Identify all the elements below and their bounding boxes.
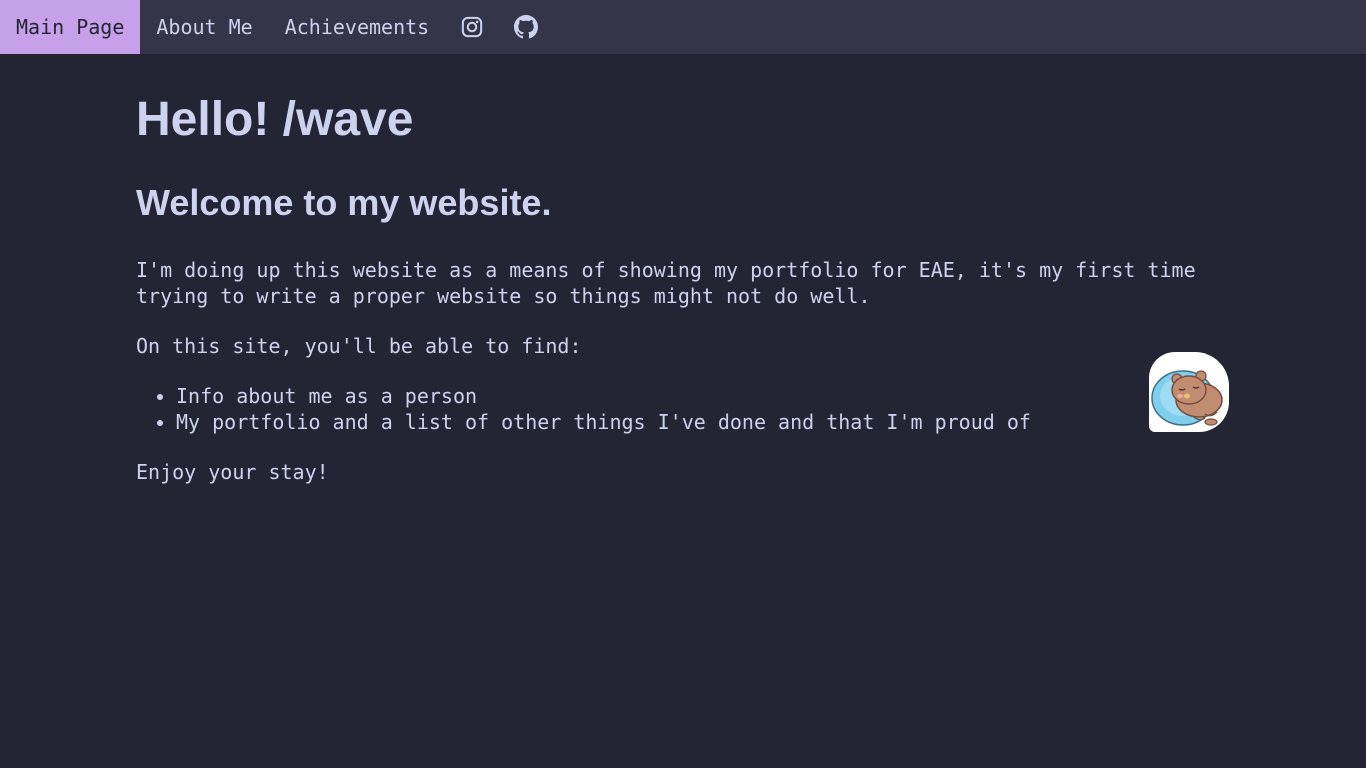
nav-achievements[interactable]: Achievements [269,0,446,54]
github-icon [514,15,539,39]
nav-main-page[interactable]: Main Page [0,0,141,54]
nav-about-me[interactable]: About Me [140,0,268,54]
welcome-heading: Welcome to my website. [136,182,552,223]
sleeping-bear-icon [1151,370,1223,426]
find-label: On this site, you'll be able to find: [136,334,582,358]
sleeping-bear-sticker [1149,352,1229,432]
github-link[interactable] [499,0,553,54]
features-list: Info about me as a person My portfolio a… [136,383,1031,435]
list-item: Info about me as a person [176,383,1031,409]
page-title: Hello! /wave [136,93,414,146]
top-navbar: Main Page About Me Achievements [0,0,1366,54]
list-item: My portfolio and a list of other things … [176,409,1031,435]
closing-text: Enjoy your stay! [136,460,329,484]
intro-paragraph: I'm doing up this website as a means of … [136,258,1196,308]
instagram-link[interactable] [445,0,499,54]
instagram-icon [462,16,483,38]
